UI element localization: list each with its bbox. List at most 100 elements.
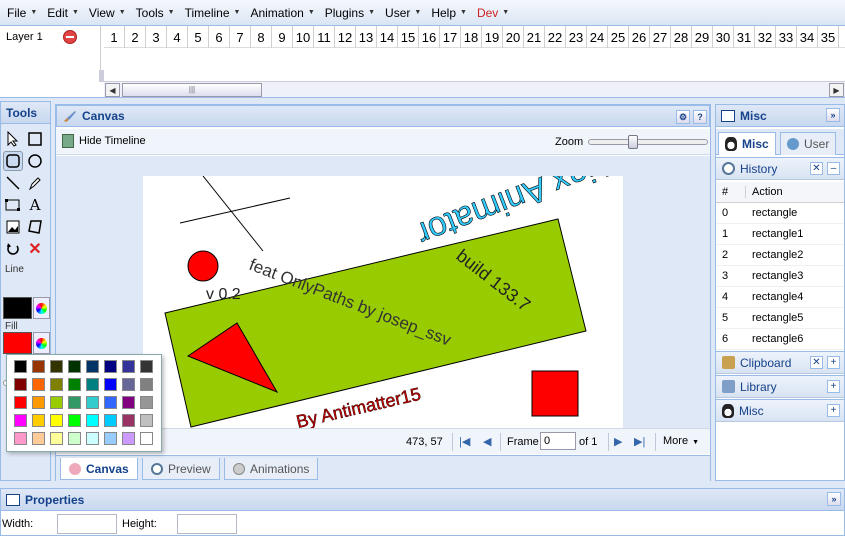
- undo-icon[interactable]: [3, 239, 23, 259]
- misc-section-header[interactable]: Misc +: [716, 399, 844, 422]
- drawing-stage[interactable]: Ajax Animator v 0.2 feat OnlyPaths by jo…: [143, 176, 623, 428]
- frame-cell[interactable]: 3: [146, 26, 167, 48]
- circle-icon[interactable]: [25, 151, 45, 171]
- frame-cell[interactable]: 8: [251, 26, 272, 48]
- delete-layer-icon[interactable]: [63, 30, 77, 44]
- palette-swatch[interactable]: [104, 432, 117, 445]
- frame-input[interactable]: [540, 432, 576, 450]
- frame-cell[interactable]: 1: [104, 26, 125, 48]
- palette-swatch[interactable]: [140, 360, 153, 373]
- prev-frame-icon[interactable]: ◀: [483, 435, 491, 448]
- frame-cell[interactable]: 6: [209, 26, 230, 48]
- expand-icon[interactable]: +: [827, 404, 840, 417]
- palette-swatch[interactable]: [86, 378, 99, 391]
- frame-cell[interactable]: 23: [566, 26, 587, 48]
- history-row[interactable]: 4 rectangle4: [716, 287, 844, 308]
- history-row[interactable]: 0 rectangle: [716, 203, 844, 224]
- fill-color-swatch[interactable]: [3, 332, 32, 354]
- red-square[interactable]: [531, 370, 579, 417]
- frame-cell[interactable]: 34: [797, 26, 818, 48]
- palette-swatch[interactable]: [14, 378, 27, 391]
- line-icon[interactable]: [3, 173, 23, 193]
- frame-cell[interactable]: 9: [272, 26, 293, 48]
- palette-swatch[interactable]: [14, 396, 27, 409]
- palette-swatch[interactable]: [14, 360, 27, 373]
- menu-help[interactable]: Help ▼: [426, 6, 472, 20]
- scrollbar-thumb[interactable]: |||: [122, 83, 262, 97]
- menu-view[interactable]: View ▼: [84, 6, 131, 20]
- close-icon[interactable]: ✕: [810, 162, 823, 175]
- palette-swatch[interactable]: [122, 414, 135, 427]
- expand-icon[interactable]: +: [827, 380, 840, 393]
- menu-plugins[interactable]: Plugins ▼: [320, 6, 380, 20]
- width-input[interactable]: [57, 514, 117, 534]
- menu-dev[interactable]: Dev ▼: [472, 6, 514, 20]
- palette-swatch[interactable]: [68, 432, 81, 445]
- menu-file[interactable]: File ▼: [2, 6, 42, 20]
- frame-cell[interactable]: 22: [545, 26, 566, 48]
- palette-swatch[interactable]: [32, 432, 45, 445]
- frame-cell[interactable]: 32: [755, 26, 776, 48]
- menu-timeline[interactable]: Timeline ▼: [180, 6, 246, 20]
- palette-swatch[interactable]: [140, 378, 153, 391]
- text-icon[interactable]: A: [25, 195, 45, 215]
- palette-swatch[interactable]: [50, 432, 63, 445]
- frame-cell[interactable]: 20: [503, 26, 524, 48]
- frame-cell[interactable]: 21: [524, 26, 545, 48]
- first-frame-icon[interactable]: |◀: [459, 435, 470, 448]
- palette-swatch[interactable]: [122, 378, 135, 391]
- color-wheel-icon[interactable]: [33, 332, 50, 354]
- menu-user[interactable]: User ▼: [380, 6, 426, 20]
- close-icon[interactable]: ✕: [810, 356, 823, 369]
- hide-timeline-button[interactable]: Hide Timeline: [62, 134, 146, 148]
- frame-cell[interactable]: 31: [734, 26, 755, 48]
- layer-row[interactable]: Layer 1: [0, 26, 101, 48]
- tab-canvas[interactable]: Canvas: [60, 458, 138, 480]
- image-icon[interactable]: [3, 217, 23, 237]
- frame-cell[interactable]: 35: [818, 26, 839, 48]
- palette-swatch[interactable]: [140, 432, 153, 445]
- frame-cell[interactable]: 26: [629, 26, 650, 48]
- palette-swatch[interactable]: [68, 360, 81, 373]
- library-header[interactable]: Library +: [716, 375, 844, 398]
- tab-animations[interactable]: Animations: [224, 458, 319, 480]
- palette-swatch[interactable]: [140, 414, 153, 427]
- history-row[interactable]: 2 rectangle2: [716, 245, 844, 266]
- palette-swatch[interactable]: [32, 396, 45, 409]
- select-box-icon[interactable]: [25, 129, 45, 149]
- version-text[interactable]: v 0.2: [206, 286, 241, 303]
- palette-swatch[interactable]: [122, 360, 135, 373]
- col-number[interactable]: #: [716, 186, 746, 198]
- help-icon[interactable]: ?: [693, 110, 707, 124]
- more-button[interactable]: More ▼: [663, 435, 699, 447]
- palette-swatch[interactable]: [50, 360, 63, 373]
- rounded-rect-icon[interactable]: [3, 151, 23, 171]
- menu-edit[interactable]: Edit ▼: [42, 6, 84, 20]
- palette-swatch[interactable]: [68, 378, 81, 391]
- tab-user[interactable]: User: [780, 132, 837, 155]
- palette-swatch[interactable]: [50, 414, 63, 427]
- clipboard-header[interactable]: Clipboard ✕ +: [716, 351, 844, 374]
- frame-cell[interactable]: 2: [125, 26, 146, 48]
- path-icon[interactable]: [3, 195, 23, 215]
- frame-cell[interactable]: 11: [314, 26, 335, 48]
- collapse-right-icon[interactable]: »: [826, 108, 840, 122]
- history-row[interactable]: 1 rectangle1: [716, 224, 844, 245]
- palette-swatch[interactable]: [50, 378, 63, 391]
- palette-swatch[interactable]: [68, 414, 81, 427]
- palette-swatch[interactable]: [86, 432, 99, 445]
- palette-swatch[interactable]: [50, 396, 63, 409]
- palette-swatch[interactable]: [86, 414, 99, 427]
- palette-swatch[interactable]: [86, 396, 99, 409]
- tab-preview[interactable]: Preview: [142, 458, 220, 480]
- col-action[interactable]: Action: [746, 186, 844, 198]
- history-row[interactable]: 6 rectangle6: [716, 329, 844, 350]
- frame-cell[interactable]: 10: [293, 26, 314, 48]
- palette-swatch[interactable]: [104, 360, 117, 373]
- shape-edit-icon[interactable]: [25, 217, 45, 237]
- frame-cell[interactable]: 30: [713, 26, 734, 48]
- last-frame-icon[interactable]: ▶|: [634, 435, 645, 448]
- palette-swatch[interactable]: [86, 360, 99, 373]
- red-circle[interactable]: [187, 250, 219, 282]
- palette-swatch[interactable]: [14, 414, 27, 427]
